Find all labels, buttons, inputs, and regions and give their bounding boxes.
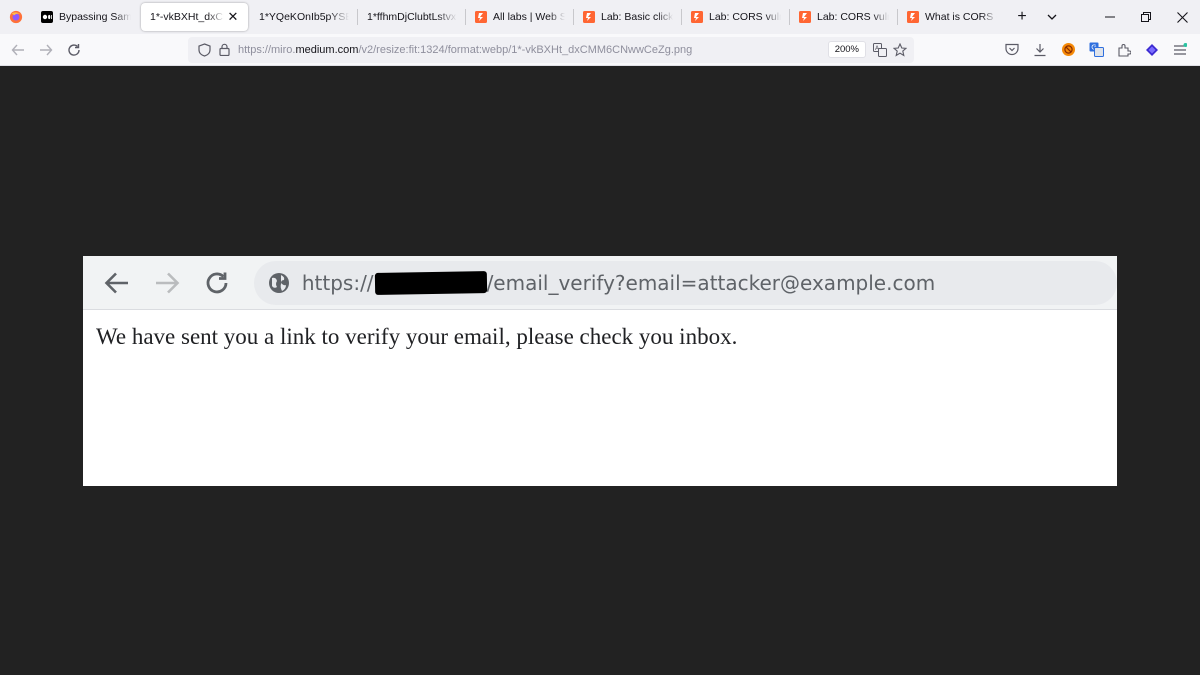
screenshot-forward-icon [142,256,192,310]
screenshot-url-scheme: https:// [301,270,374,295]
tab[interactable]: Lab: CORS vulnerability [790,3,897,31]
tab[interactable]: What is CORS (cross [898,3,1005,31]
image-viewer: https:// /email_verify?email=attacker@ex… [0,66,1200,675]
list-all-tabs-icon[interactable] [1037,3,1067,31]
reload-icon[interactable] [60,36,88,64]
globe-icon [268,272,289,293]
screenshot-browser-toolbar: https:// /email_verify?email=attacker@ex… [83,256,1118,310]
tab-label: 1*ffhmDjClubtLstvxFf [367,11,457,23]
portswigger-icon [583,11,595,23]
close-tab-icon[interactable]: ✕ [226,10,240,24]
forward-icon[interactable] [32,36,60,64]
tab-label: What is CORS (cross [925,11,997,23]
new-tab-icon[interactable]: + [1007,3,1037,31]
portswigger-icon [475,11,487,23]
tab-label: 1*-vkBXHt_dxCMM6CNwwCeZg.png [150,11,224,23]
tab-label: All labs | Web Security [493,11,565,23]
displayed-image: https:// /email_verify?email=attacker@ex… [83,256,1118,486]
url-domain: medium.com [295,43,359,56]
tab[interactable]: 1*ffhmDjClubtLstvxFf [358,3,465,31]
shield-icon[interactable] [194,40,214,60]
portswigger-icon [907,11,919,23]
tab[interactable]: Bypassing SameSite [32,3,139,31]
tab[interactable]: Lab: Basic clickjacking [574,3,681,31]
portswigger-icon [799,11,811,23]
portswigger-icon [691,11,703,23]
tab-label: Bypassing SameSite [59,11,131,23]
tab-label: Lab: CORS vulnerability [817,11,889,23]
url-text[interactable]: https://miro.medium.com/v2/resize:fit:13… [238,44,828,56]
app-menu-icon[interactable] [1166,36,1194,64]
tab[interactable]: 1*YQeKOnIb5pYSEMF [250,3,357,31]
screenshot-reload-icon [192,256,242,310]
medium-icon [41,11,53,23]
verification-message: We have sent you a link to verify your e… [96,324,738,349]
tab[interactable]: All labs | Web Security [466,3,573,31]
tab-label: Lab: CORS vulnerability [709,11,781,23]
translate-icon[interactable]: A [870,40,890,60]
tab-label: 1*YQeKOnIb5pYSEMF [259,11,349,23]
lock-icon[interactable] [214,40,234,60]
zoom-indicator[interactable]: 200% [827,41,866,58]
firefox-menu-icon[interactable] [0,0,32,34]
proton-extension-icon[interactable] [1138,36,1166,64]
navigation-bar: https://miro.medium.com/v2/resize:fit:13… [0,34,1200,66]
tab-label: Lab: Basic clickjacking [601,11,673,23]
blocker-extension-icon[interactable] [1054,36,1082,64]
redacted-domain [374,270,487,295]
tab-active[interactable]: 1*-vkBXHt_dxCMM6CNwwCeZg.png ✕ [141,3,248,31]
pocket-icon[interactable] [998,36,1026,64]
restore-icon[interactable] [1128,0,1164,34]
screenshot-address-bar: https:// /email_verify?email=attacker@ex… [253,260,1118,305]
tab[interactable]: Lab: CORS vulnerability [682,3,789,31]
tab-strip: Bypassing SameSite 1*-vkBXHt_dxCMM6CNwwC… [0,0,1200,34]
back-icon[interactable] [4,36,32,64]
screenshot-back-icon [92,256,142,310]
url-path: /v2/resize:fit:1324/format:webp/1*-vkBXH… [358,43,693,56]
minimize-icon[interactable] [1092,0,1128,34]
address-bar[interactable]: https://miro.medium.com/v2/resize:fit:13… [188,36,914,63]
downloads-icon[interactable] [1026,36,1054,64]
screenshot-url-path: /email_verify?email=attacker@example.com [486,270,936,295]
url-prefix: https://miro. [238,43,296,56]
bookmark-star-icon[interactable] [890,40,910,60]
extensions-icon[interactable] [1110,36,1138,64]
close-window-icon[interactable] [1164,0,1200,34]
translate-extension-icon[interactable]: G [1082,36,1110,64]
